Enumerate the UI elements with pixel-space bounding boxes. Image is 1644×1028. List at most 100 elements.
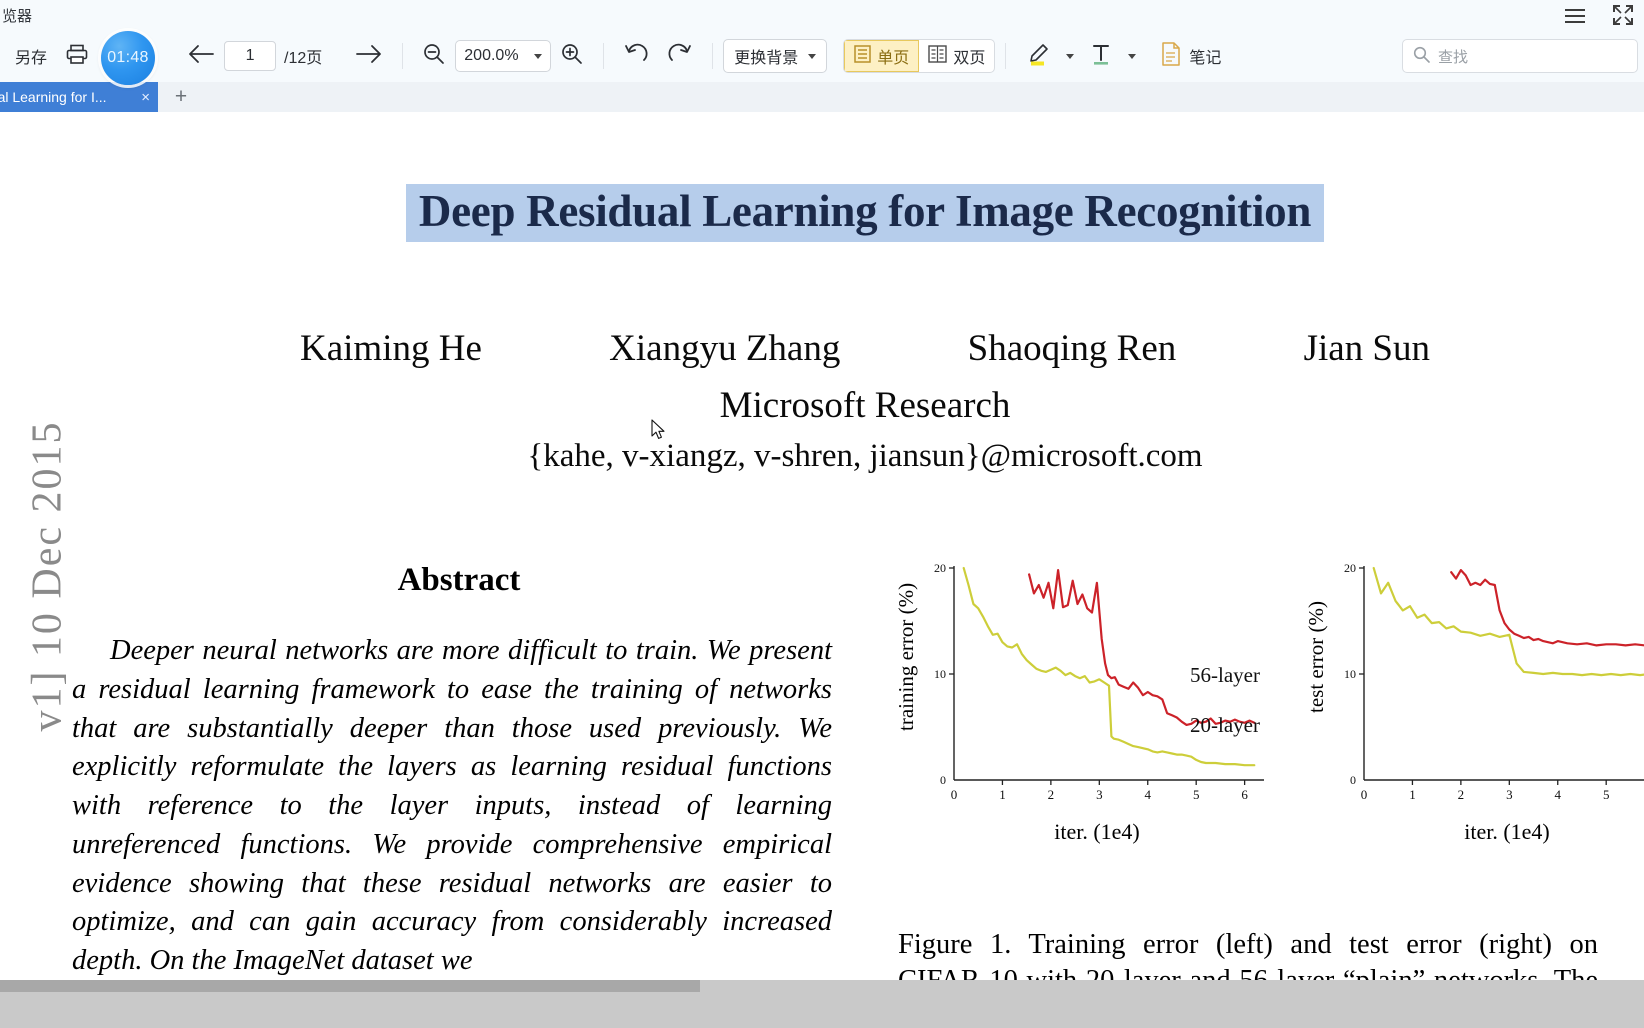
background-label: 更换背景 [734,50,799,67]
text-tool-button[interactable] [1080,37,1122,75]
figure-caption: Figure 1. Training error (left) and test… [898,929,1598,980]
undo-button[interactable] [614,37,658,75]
svg-text:20: 20 [1344,561,1356,575]
background-select[interactable]: 更换背景 [723,39,828,73]
chart-svg: 0 10 20 0 1 2 3 4 5 6 56-layer 20-layer [934,561,1264,802]
svg-text:6: 6 [1241,787,1248,802]
double-page-label: 双页 [953,50,986,67]
close-icon[interactable]: × [141,89,150,106]
hamburger-icon[interactable] [1562,2,1588,28]
author-name: Kaiming He [300,328,482,369]
chevron-down-icon [1128,53,1137,59]
main-toolbar: 另存 扌 /12页 [0,30,1644,82]
highlighter-dropdown[interactable] [1060,37,1080,75]
prev-page-button[interactable] [178,37,224,75]
redo-button[interactable] [658,37,702,75]
window-title: 览器 [2,7,33,25]
search-icon [1413,46,1430,67]
zoom-in-icon [560,42,584,71]
toolbar-divider [1005,43,1007,69]
svg-text:0: 0 [951,787,958,802]
chart-xlabel: iter. (1e4) [1054,819,1140,844]
figure-1: training error (%) 0 10 20 0 1 2 3 4 5 6 56-layer 2… [894,552,1644,980]
search-box[interactable]: 查找 [1402,39,1638,73]
svg-text:0: 0 [940,773,946,787]
chart-ylabel: test error (%) [1304,601,1328,713]
single-page-button[interactable]: 单页 [844,40,920,72]
tab-document[interactable]: dual Learning for I... × [0,82,158,112]
chevron-down-icon [534,53,543,59]
undo-icon [623,42,649,71]
author-name: Xiangyu Zhang [609,328,841,369]
text-tool-icon [1089,41,1113,72]
tab-label: dual Learning for I... [0,89,107,105]
svg-text:5: 5 [1603,787,1610,802]
svg-text:5: 5 [1193,787,1200,802]
chart-training-error: training error (%) 0 10 20 0 1 2 3 4 5 6 56-layer 2… [894,552,1270,845]
horizontal-scrollbar[interactable] [0,980,700,992]
printer-icon [65,42,89,71]
svg-text:20: 20 [934,561,946,575]
page-title: Deep Residual Learning for Image Recogni… [406,184,1324,242]
timer-value: 01:48 [107,49,149,66]
chart-test-error: test error (%) 010200123456 iter. (1e4) [1304,552,1644,845]
highlighter-icon [1025,41,1051,72]
svg-text:2: 2 [1458,787,1465,802]
tab-strip: dual Learning for I... × + [0,82,1644,112]
chevron-down-icon [808,53,817,59]
highlighter-button[interactable] [1016,37,1060,75]
author-emails: {kahe, v-xiangz, v-shren, jiansun}@micro… [527,438,1203,474]
svg-text:56-layer: 56-layer [1190,663,1260,687]
text-tool-dropdown[interactable] [1122,37,1142,75]
svg-text:2: 2 [1048,787,1055,802]
svg-text:1: 1 [1409,787,1416,802]
zoom-out-icon [422,42,446,71]
svg-text:3: 3 [1506,787,1513,802]
window-titlebar: 览器 [0,0,1644,30]
save-as-label: 另存 [15,50,48,67]
print-button[interactable] [56,37,98,75]
double-page-icon [928,44,948,68]
save-as-button[interactable]: 另存 [6,37,56,75]
window-controls [1562,2,1636,28]
double-page-button[interactable]: 双页 [919,40,994,72]
chart-xlabel: iter. (1e4) [1464,819,1550,844]
svg-text:0: 0 [1350,773,1356,787]
arrow-right-icon [355,43,383,70]
affiliation: Microsoft Research [719,385,1011,426]
document-page: v1] 10 Dec 2015 Deep Residual Learning f… [0,112,1644,980]
fullscreen-icon[interactable] [1610,2,1636,28]
toolbar-divider [603,43,605,69]
author-name: Jian Sun [1303,328,1430,369]
svg-text:20-layer: 20-layer [1190,713,1260,737]
svg-text:4: 4 [1145,787,1152,802]
new-tab-button[interactable]: + [168,85,194,108]
svg-text:10: 10 [1344,667,1356,681]
chart-ylabel: training error (%) [894,582,918,732]
author-list: Kaiming He Xiangyu Zhang Shaoqing Ren Ji… [300,327,1430,370]
author-name: Shaoqing Ren [967,328,1177,369]
page-mode-group: 单页 双页 [843,39,996,73]
abstract-paragraph: Deeper neural networks are more difficul… [72,635,832,976]
notes-label: 笔记 [1189,50,1222,67]
abstract-heading: Abstract [397,562,521,598]
zoom-in-button[interactable] [551,37,593,75]
svg-text:3: 3 [1096,787,1103,802]
notes-button[interactable]: 笔记 [1152,37,1230,75]
single-page-icon [854,44,872,68]
recording-timer-badge[interactable]: 01:48 [101,31,155,85]
zoom-level-select[interactable]: 200.0% [455,40,552,72]
page-number-input[interactable] [224,41,277,71]
chart-svg: 010200123456 [1344,561,1644,802]
next-page-button[interactable] [346,37,392,75]
page-total-label: /12页 [284,50,323,67]
zoom-out-button[interactable] [413,37,455,75]
note-icon [1161,41,1181,71]
svg-text:0: 0 [1361,787,1368,802]
toolbar-divider [712,43,714,69]
search-placeholder: 查找 [1438,48,1469,66]
arrow-left-icon [187,43,215,70]
svg-text:1: 1 [999,787,1006,802]
svg-text:10: 10 [934,667,946,681]
redo-icon [667,42,693,71]
